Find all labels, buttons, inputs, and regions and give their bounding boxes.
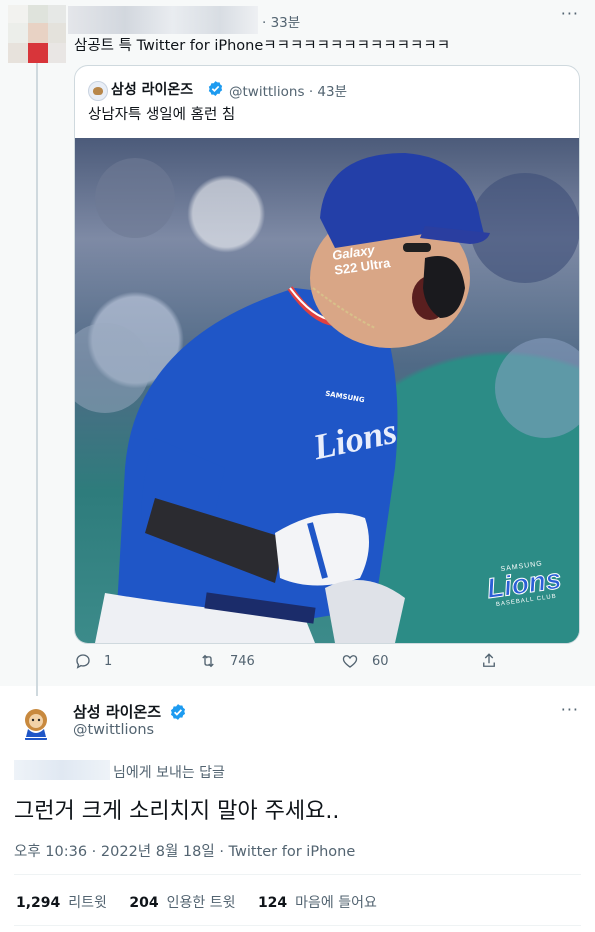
more-icon[interactable]: ···	[561, 4, 579, 23]
main-avatar[interactable]	[16, 703, 56, 743]
verified-icon	[170, 704, 186, 720]
avatar-pixelated[interactable]	[8, 5, 66, 63]
quote-avatar[interactable]	[88, 81, 108, 101]
reply-text: 삼공트 특 Twitter for iPhoneㅋㅋㅋㅋㅋㅋㅋㅋㅋㅋㅋㅋㅋㅋ	[74, 38, 451, 54]
like-count: 60	[372, 653, 389, 669]
author-handle[interactable]: @twittlions	[73, 722, 154, 738]
player-photo[interactable]: Galaxy S22 Ultra SAMSUNG Lions SAMSUNG L…	[75, 138, 579, 643]
quote-author-name[interactable]: 삼성 라이온즈	[111, 79, 193, 99]
tweet-text: 그런거 크게 소리치지 말아 주세요..	[14, 799, 340, 824]
redacted-username[interactable]	[68, 6, 258, 34]
divider	[14, 874, 581, 875]
retweet-icon	[202, 654, 214, 668]
tweet-stats: 1,294 리트윗 204 인용한 트윗 124 마음에 들어요	[16, 892, 395, 912]
author-name[interactable]: 삼성 라이온즈	[73, 701, 161, 722]
reply-count: 1	[104, 653, 113, 669]
reply-to-label: 님에게 보내는 답글	[113, 765, 225, 781]
thread-line	[36, 62, 38, 696]
share-icon	[483, 653, 495, 667]
more-icon[interactable]: ···	[561, 700, 579, 719]
reply-time[interactable]: · 33분	[262, 11, 300, 31]
tweet-meta[interactable]: 오후 10:36 · 2022년 8월 18일 · Twitter for iP…	[14, 840, 355, 861]
retweet-button[interactable]: 746	[198, 652, 255, 670]
heart-icon	[342, 655, 358, 668]
lion-mascot-icon	[16, 703, 56, 743]
share-button[interactable]	[480, 652, 498, 670]
reply-button[interactable]: 1	[74, 652, 112, 670]
quoted-tweet[interactable]: 삼성 라이온즈 @twittlions · 43분 상남자특 생일에 홈런 침	[74, 65, 580, 644]
quotes-stat[interactable]: 204 인용한 트윗	[129, 895, 235, 911]
reply-icon	[76, 654, 90, 669]
redacted-reply-target[interactable]	[14, 760, 110, 780]
retweets-stat[interactable]: 1,294 리트윗	[16, 895, 107, 911]
reply-action-bar: 1 746 60	[74, 652, 578, 678]
verified-icon	[208, 81, 223, 96]
like-button[interactable]: 60	[340, 652, 389, 670]
reply-tweet[interactable]: · 33분 ··· 삼공트 특 Twitter for iPhoneㅋㅋㅋㅋㅋㅋ…	[0, 0, 595, 696]
likes-stat[interactable]: 124 마음에 들어요	[258, 895, 377, 911]
quote-text: 상남자특 생일에 홈런 침	[88, 107, 236, 123]
quote-handle-time[interactable]: @twittlions · 43분	[229, 80, 347, 100]
retweet-count: 746	[230, 653, 255, 669]
divider	[14, 925, 581, 926]
